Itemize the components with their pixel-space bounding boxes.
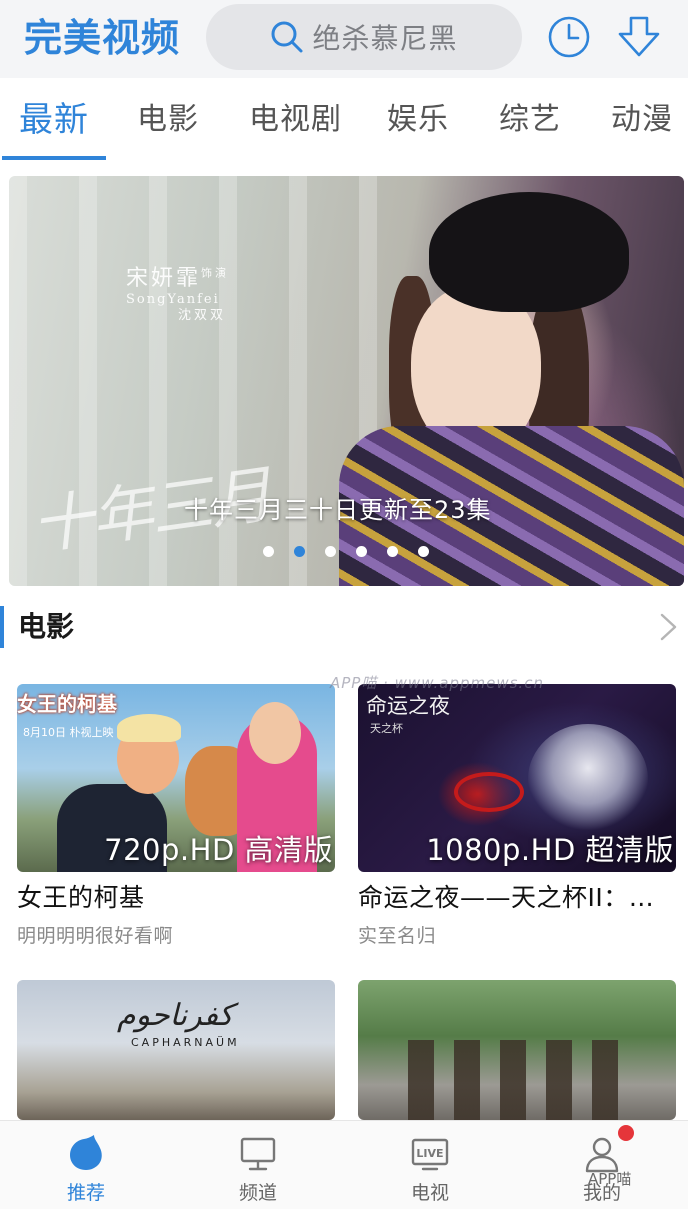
active-tab-indicator (2, 156, 106, 160)
banner-figure-beret (429, 192, 629, 312)
movie-card-title[interactable]: 女王的柯基 (17, 882, 335, 914)
carousel-dot[interactable] (418, 546, 429, 557)
poster-figure (249, 702, 301, 764)
watermark-text: APP喵 · www.appmews.cn (330, 674, 544, 692)
quality-label: 1080p.HD 超清版 (426, 833, 674, 867)
nav-profile[interactable]: 我的 (516, 1121, 688, 1209)
tab-variety[interactable]: 综艺 (499, 100, 561, 140)
live-icon-text: LIVE (416, 1147, 443, 1160)
carousel-dot[interactable] (387, 546, 398, 557)
section-accent-bar (0, 606, 4, 648)
quality-label: 720p.HD 高清版 (104, 833, 333, 867)
banner-caption: 十年三月三十日更新至23集 (184, 496, 492, 524)
live-tv-icon: LIVE (411, 1138, 449, 1171)
search-bar[interactable]: 绝杀慕尼黑 (206, 4, 522, 70)
category-tabs: 最新 电影 电视剧 娱乐 综艺 动漫 (0, 78, 688, 164)
tab-tv-series[interactable]: 电视剧 (249, 100, 342, 140)
carousel-dot[interactable] (263, 546, 274, 557)
tab-entertainment[interactable]: 娱乐 (387, 100, 449, 140)
movie-card-title[interactable]: 命运之夜——天之杯II：… (358, 882, 676, 914)
poster-logo: 命运之夜 (366, 694, 450, 718)
poster-figure (454, 772, 524, 812)
nav-channels[interactable]: 频道 (172, 1121, 344, 1209)
bottom-navigation: 推荐 频道 LIVE 电视 我的 (0, 1120, 688, 1209)
nav-label: 推荐 (66, 1182, 105, 1204)
app-logo: 完美视频 (24, 16, 181, 60)
nav-recommend[interactable]: 推荐 (0, 1121, 172, 1209)
clock-icon[interactable] (546, 14, 592, 60)
tab-anime[interactable]: 动漫 (611, 100, 673, 140)
tab-latest[interactable]: 最新 (19, 100, 89, 140)
poster-subtitle: CAPHARNAÜM (131, 1036, 240, 1049)
search-icon (271, 21, 303, 53)
recommend-icon (70, 1135, 102, 1170)
poster-figure (528, 724, 648, 834)
carousel-dot-active[interactable] (294, 546, 305, 557)
section-title[interactable]: 电影 (18, 609, 74, 645)
chevron-right-icon[interactable] (656, 612, 680, 642)
poster-logo: 女王的柯基 (17, 692, 117, 716)
movie-card-subtitle: 明明明明很好看啊 (17, 925, 174, 947)
nav-live-tv[interactable]: LIVE 电视 (344, 1121, 516, 1209)
poster-date: 8月10日 朴视上映 (23, 726, 114, 739)
credit-role-label: 饰演 (201, 266, 230, 280)
poster-logo: كفرناحوم (117, 998, 234, 1033)
carousel-dot[interactable] (356, 546, 367, 557)
movie-card-thumbnail[interactable]: كفرناحوم CAPHARNAÜM (17, 980, 335, 1120)
banner-actor-credit: 宋妍霏饰演 SongYanfei 沈双双 (126, 266, 276, 324)
poster-figures (408, 1040, 638, 1120)
top-header: 完美视频 绝杀慕尼黑 (0, 0, 688, 78)
carousel-dot[interactable] (325, 546, 336, 557)
nav-label: 频道 (238, 1182, 277, 1204)
poster-figure (117, 714, 181, 742)
nav-label: 电视 (410, 1182, 449, 1204)
poster-subtitle: 天之杯 (370, 722, 403, 735)
monitor-icon (240, 1137, 276, 1171)
carousel-indicator (263, 546, 429, 558)
notification-badge (618, 1125, 634, 1141)
movie-card-thumbnail[interactable]: 命运之夜 天之杯 1080p.HD 超清版 (358, 684, 676, 872)
search-placeholder: 绝杀慕尼黑 (312, 22, 458, 55)
credit-name: 宋妍霏 (126, 266, 202, 291)
credit-character: 沈双双 (178, 307, 227, 323)
movie-card-thumbnail[interactable] (358, 980, 676, 1120)
download-icon[interactable] (616, 14, 662, 60)
movie-card-thumbnail[interactable]: 女王的柯基 8月10日 朴视上映 720p.HD 高清版 (17, 684, 335, 872)
movie-card-subtitle: 实至名归 (358, 925, 437, 947)
credit-english: SongYanfei (126, 292, 220, 308)
app-watermark: APP喵 (588, 1170, 632, 1188)
tab-movies[interactable]: 电影 (137, 100, 199, 140)
